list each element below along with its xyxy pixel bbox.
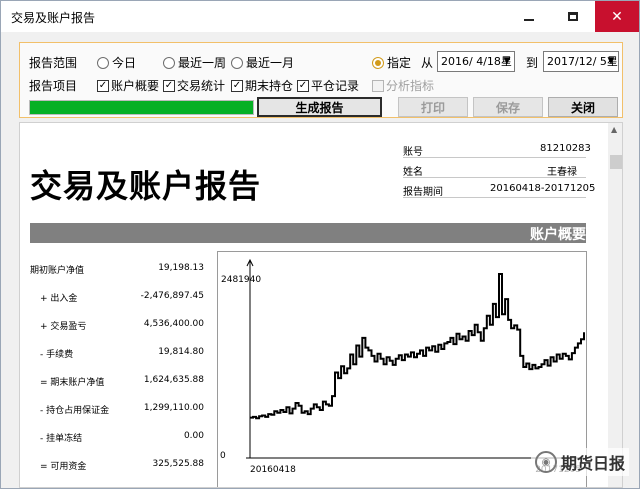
vertical-scrollbar[interactable]: ▲ — [608, 123, 622, 487]
save-button[interactable]: 保存 — [473, 97, 543, 117]
equity-series-line — [250, 273, 585, 420]
to-label: 到 — [526, 56, 539, 70]
watermark: ◉ 期货日报 — [531, 448, 630, 476]
summary-value: 1,624,635.88 — [143, 375, 204, 385]
checkbox-icon: ✓ — [297, 79, 309, 92]
progress-fill — [30, 101, 253, 114]
radio-custom[interactable]: 指定 — [372, 54, 411, 71]
wechat-icon: ◉ — [535, 451, 557, 473]
summary-value: 0.00 — [183, 431, 204, 441]
summary-label: - 持仓占用保证金 — [40, 406, 110, 416]
chevron-down-icon: ▼ — [607, 56, 615, 66]
checkbox-label: 期末持仓 — [245, 79, 294, 93]
report-window: 交易及账户报告 ✕ 报告范围 报告项目 今日 最近一周 最近一月 指定 从 20… — [0, 0, 640, 489]
from-label: 从 — [421, 56, 434, 70]
radio-icon — [372, 56, 384, 69]
divider — [403, 177, 586, 178]
radio-last-month[interactable]: 最近一月 — [231, 54, 294, 71]
checkbox-closed-records[interactable]: ✓ 平仓记录 — [297, 77, 359, 94]
options-panel: 报告范围 报告项目 今日 最近一周 最近一月 指定 从 2016/ 4/18星 ▼… — [19, 42, 623, 118]
checkbox-analysis-metrics: 分析指标 — [372, 77, 434, 94]
radio-label: 最近一月 — [246, 56, 295, 70]
section-title: 账户概要 — [530, 227, 586, 243]
radio-icon — [231, 56, 243, 69]
period-label: 报告期间 — [403, 187, 443, 198]
account-label: 账号 — [403, 147, 423, 158]
summary-value: 1,299,110.00 — [143, 403, 204, 413]
checkbox-label: 交易统计 — [177, 79, 226, 93]
name-value: 王春禄 — [547, 167, 577, 178]
report-title: 交易及账户报告 — [30, 167, 262, 205]
chevron-up-icon[interactable]: ▲ — [611, 125, 617, 134]
title-bar[interactable]: 交易及账户报告 ✕ — [1, 1, 639, 32]
radio-icon — [97, 56, 109, 69]
maximize-button[interactable] — [551, 1, 595, 32]
y-max-label: 2481940 — [221, 275, 261, 285]
close-icon: ✕ — [611, 8, 623, 25]
scrollbar-thumb[interactable] — [610, 155, 622, 169]
report-preview[interactable]: 交易及账户报告 账号 81210283 姓名 王春禄 报告期间 20160418… — [19, 122, 623, 488]
account-value: 81210283 — [540, 143, 591, 154]
summary-label: + 交易盈亏 — [40, 322, 87, 332]
radio-label: 指定 — [387, 56, 412, 70]
progress-bar — [29, 100, 254, 115]
period-value: 20160418-20171205 — [490, 183, 596, 194]
radio-icon — [163, 56, 175, 69]
checkbox-icon: ✓ — [97, 79, 109, 92]
checkbox-icon: ✓ — [231, 79, 243, 92]
generate-report-button[interactable]: 生成报告 — [257, 97, 382, 117]
summary-label: - 手续费 — [40, 350, 74, 360]
summary-value: 19,198.13 — [158, 263, 204, 273]
range-label: 报告范围 — [29, 56, 78, 70]
minimize-icon — [524, 18, 534, 21]
minimize-button[interactable] — [507, 1, 551, 32]
radio-last-week[interactable]: 最近一周 — [163, 54, 226, 71]
radio-today[interactable]: 今日 — [97, 54, 136, 71]
y-min-label: 0 — [220, 451, 226, 461]
checkbox-label: 账户概要 — [111, 79, 160, 93]
summary-label: - 挂单冻结 — [40, 434, 83, 444]
summary-label: 期初账户净值 — [30, 266, 85, 276]
window-title: 交易及账户报告 — [11, 11, 96, 25]
summary-value: 325,525.88 — [152, 459, 204, 469]
summary-label: + 出入金 — [40, 294, 78, 304]
to-date-picker[interactable]: 2017/12/ 5星 ▼ — [543, 51, 619, 72]
radio-label: 最近一周 — [178, 56, 227, 70]
section-header: 账户概要 — [30, 223, 586, 243]
x-start-label: 20160418 — [250, 465, 296, 475]
summary-value: 19,814.80 — [158, 347, 204, 357]
checkbox-end-positions[interactable]: ✓ 期末持仓 — [231, 77, 293, 94]
checkbox-icon: ✓ — [163, 79, 175, 92]
checkbox-label: 分析指标 — [386, 79, 435, 93]
print-button[interactable]: 打印 — [398, 97, 468, 117]
checkbox-trade-stats[interactable]: ✓ 交易统计 — [163, 77, 225, 94]
divider — [403, 157, 586, 158]
checkbox-label: 平仓记录 — [311, 79, 360, 93]
checkbox-account-summary[interactable]: ✓ 账户概要 — [97, 77, 159, 94]
close-button[interactable]: 关闭 — [548, 97, 618, 117]
checkbox-icon — [372, 79, 384, 92]
summary-label: = 期末账户净值 — [40, 378, 105, 388]
chevron-down-icon: ▼ — [503, 56, 511, 66]
watermark-text: 期货日报 — [561, 454, 626, 473]
summary-value: 4,536,400.00 — [143, 319, 204, 329]
divider — [403, 197, 586, 198]
window-close-button[interactable]: ✕ — [595, 1, 639, 32]
radio-label: 今日 — [112, 56, 137, 70]
from-date-picker[interactable]: 2016/ 4/18星 ▼ — [437, 51, 515, 72]
maximize-icon — [568, 12, 578, 21]
summary-label: = 可用资金 — [40, 462, 87, 472]
summary-value: -2,476,897.45 — [140, 291, 204, 301]
name-label: 姓名 — [403, 167, 423, 178]
items-label: 报告项目 — [29, 79, 78, 93]
